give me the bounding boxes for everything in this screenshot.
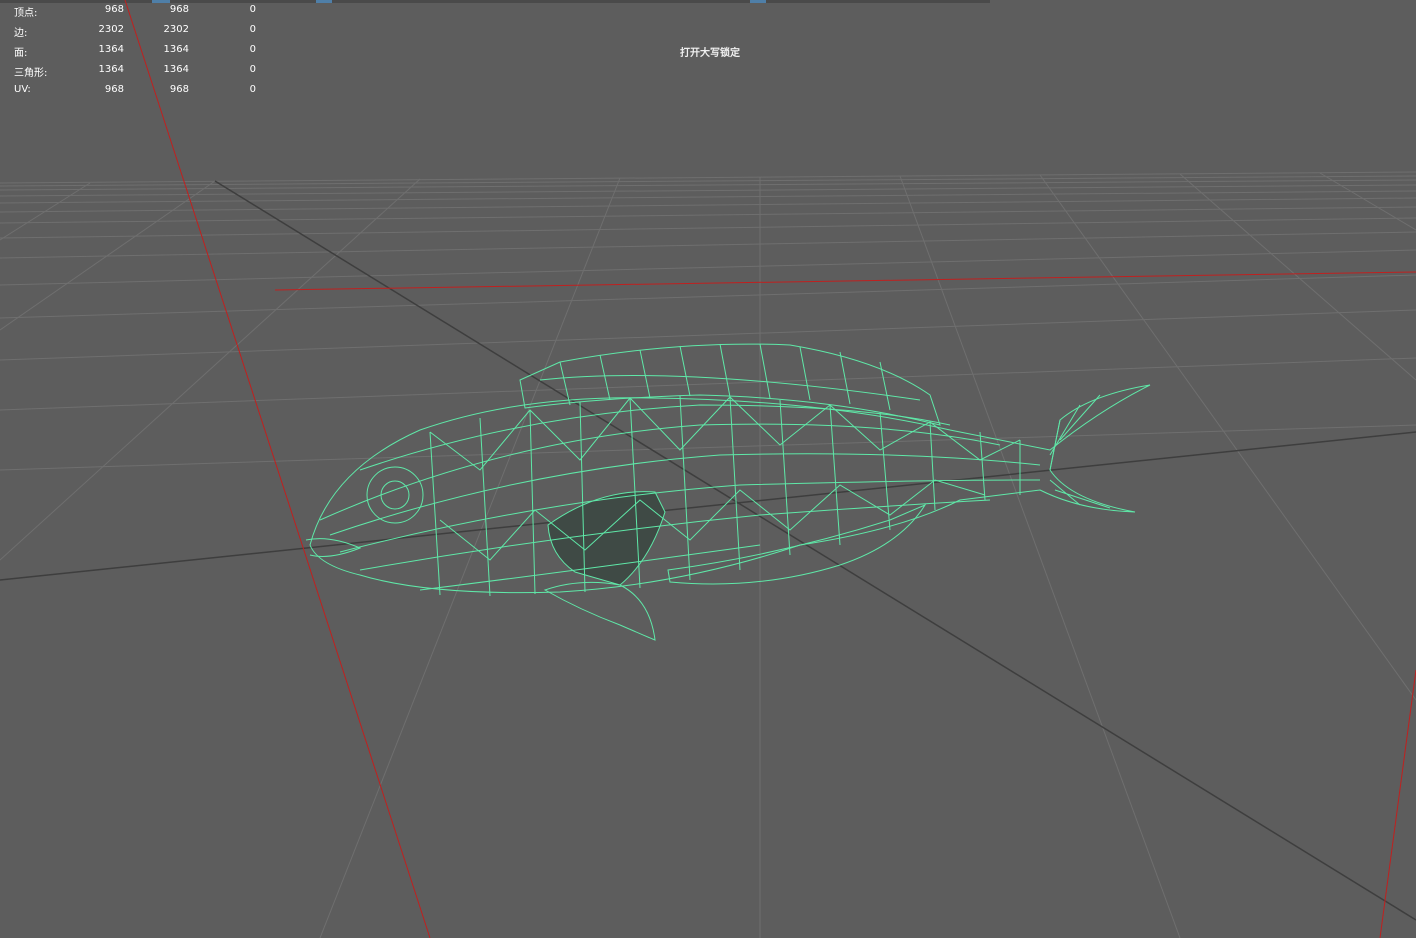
hud-value: 1364 [163, 64, 189, 75]
hud-value: 968 [169, 4, 189, 15]
hud-label: UV: [14, 84, 31, 95]
hud-value: 1364 [98, 44, 124, 55]
hud-label: 三角形: [14, 68, 48, 79]
hud-value: 968 [169, 84, 189, 95]
hud-value: 0 [249, 44, 256, 55]
hud-value: 1364 [163, 44, 189, 55]
hud-value: 2302 [163, 24, 189, 35]
perspective-viewport[interactable] [0, 0, 1416, 938]
hud-value: 0 [249, 64, 256, 75]
hud-value: 0 [249, 4, 256, 15]
hud-label: 顶点: [14, 8, 38, 19]
hud-value: 968 [104, 84, 124, 95]
hud-label: 面: [14, 48, 28, 59]
hud-value: 0 [249, 84, 256, 95]
origin-axes [0, 0, 1416, 938]
fish-wireframe-model[interactable] [305, 343, 1151, 641]
ground-grid [0, 171, 1416, 938]
hud-value: 0 [249, 24, 256, 35]
hud-value: 1364 [98, 64, 124, 75]
caps-lock-message: 打开大写锁定 [680, 48, 740, 59]
hud-value: 968 [104, 4, 124, 15]
hud-label: 边: [14, 28, 28, 39]
hud-value: 2302 [98, 24, 124, 35]
